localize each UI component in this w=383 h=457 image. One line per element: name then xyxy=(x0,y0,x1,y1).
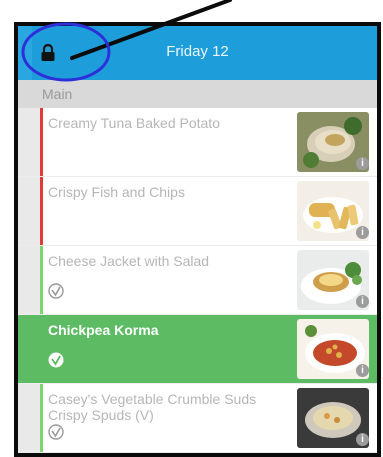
header-bar: Friday 12 xyxy=(18,26,377,80)
menu-item-name: Creamy Tuna Baked Potato xyxy=(48,115,220,131)
info-icon[interactable]: i xyxy=(356,157,369,170)
row-left-gutter xyxy=(18,177,40,245)
info-icon[interactable]: i xyxy=(356,295,369,308)
diet-indicator-bar xyxy=(40,315,43,383)
menu-item[interactable]: Cheese Jacket with Salad i xyxy=(18,246,377,315)
menu-item-selected[interactable]: Chickpea Korma i xyxy=(18,315,377,384)
diet-indicator-bar xyxy=(40,384,43,452)
info-icon[interactable]: i xyxy=(356,226,369,239)
menu-item[interactable]: Creamy Tuna Baked Potato i xyxy=(18,108,377,177)
vegetarian-icon xyxy=(48,352,64,368)
info-icon[interactable]: i xyxy=(356,433,369,446)
menu-list: Creamy Tuna Baked Potato i Crispy Fish a… xyxy=(18,108,377,453)
menu-item-name: Cheese Jacket with Salad xyxy=(48,253,210,269)
menu-item-name: Crispy Fish and Chips xyxy=(48,184,185,200)
menu-item-name: Casey's Vegetable Crumble Suds Crispy Sp… xyxy=(48,391,257,423)
app-frame: Friday 12 Main Creamy Tuna Baked Potato … xyxy=(14,22,381,457)
section-header: Main xyxy=(18,80,377,108)
diet-indicator-bar xyxy=(40,108,43,176)
menu-item[interactable]: Casey's Vegetable Crumble Suds Crispy Sp… xyxy=(18,384,377,453)
header-title: Friday 12 xyxy=(166,43,229,60)
diet-indicator-bar xyxy=(40,246,43,314)
row-left-gutter xyxy=(18,384,40,452)
row-left-gutter xyxy=(18,108,40,176)
row-left-gutter xyxy=(18,315,40,383)
vegetarian-icon xyxy=(48,424,64,440)
vegetarian-icon xyxy=(48,283,64,299)
info-icon[interactable]: i xyxy=(356,364,369,377)
diet-indicator-bar xyxy=(40,177,43,245)
menu-item-name: Chickpea Korma xyxy=(48,322,159,338)
row-left-gutter xyxy=(18,246,40,314)
menu-item[interactable]: Crispy Fish and Chips i xyxy=(18,177,377,246)
